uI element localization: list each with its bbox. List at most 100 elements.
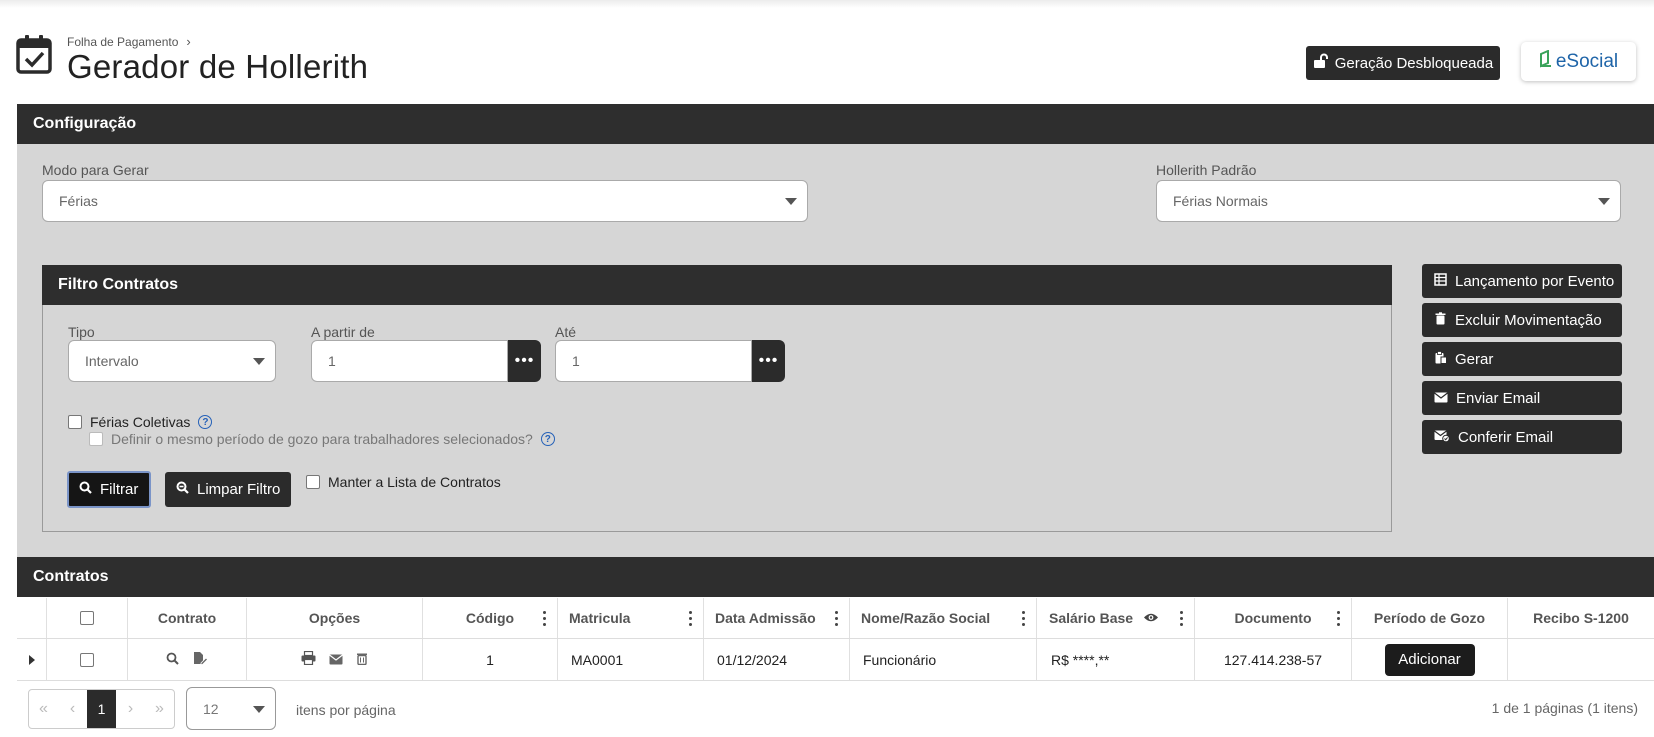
apartir-value: 1	[328, 353, 336, 369]
contratos-title: Contratos	[33, 568, 109, 585]
header-codigo[interactable]: Código	[423, 598, 558, 638]
contratos-panel-header: Contratos	[17, 557, 1654, 597]
tipo-select[interactable]: Intervalo	[68, 340, 276, 382]
manter-lista-label: Manter a Lista de Contratos	[328, 474, 501, 490]
header-nome[interactable]: Nome/Razão Social	[850, 598, 1037, 638]
cell-value: Funcionário	[863, 651, 937, 668]
filtro-title: Filtro Contratos	[58, 276, 178, 293]
salario-cell: R$ ****,**	[1037, 639, 1195, 680]
tipo-value: Intervalo	[85, 353, 139, 369]
header-data-admissao[interactable]: Data Admissão	[704, 598, 850, 638]
data-admissao-cell: 01/12/2024	[704, 639, 850, 680]
column-menu-icon[interactable]	[543, 611, 547, 626]
limpar-filtro-button[interactable]: Limpar Filtro	[165, 472, 291, 507]
adicionar-periodo-button[interactable]: Adicionar	[1384, 643, 1475, 676]
apartir-input[interactable]: 1	[311, 340, 508, 382]
page-button-current[interactable]: 1	[87, 690, 116, 728]
ellipsis-icon: •••	[514, 352, 535, 369]
edit-document-icon[interactable]	[193, 651, 209, 668]
esocial-logo-icon	[1539, 48, 1553, 74]
definir-periodo-row: Definir o mesmo período de gozo para tra…	[89, 431, 555, 447]
tipo-label: Tipo	[68, 324, 95, 340]
column-menu-icon[interactable]	[1337, 611, 1341, 626]
table-icon	[1434, 272, 1447, 290]
excluir-movimentacao-button[interactable]: Excluir Movimentação	[1422, 303, 1622, 337]
nome-cell: Funcionário	[850, 639, 1037, 680]
expand-cell[interactable]	[17, 639, 47, 680]
unlock-generation-button[interactable]: Geração Desbloqueada	[1306, 46, 1500, 80]
cell-value: 1	[486, 651, 494, 668]
header-label: Data Admissão	[715, 610, 816, 626]
help-icon[interactable]: ?	[198, 415, 213, 429]
action-label: Excluir Movimentação	[1455, 311, 1602, 329]
select-all-checkbox[interactable]	[80, 611, 94, 625]
envelope-icon[interactable]	[329, 652, 343, 668]
help-icon[interactable]: ?	[540, 432, 555, 446]
apartir-label: A partir de	[311, 324, 375, 340]
gerar-button[interactable]: Gerar	[1422, 342, 1622, 376]
page-size-value: 12	[203, 700, 219, 717]
caret-right-icon[interactable]	[28, 654, 35, 665]
next-page-button[interactable]: ›	[116, 690, 145, 728]
trash-icon[interactable]	[356, 652, 368, 668]
header-documento[interactable]: Documento	[1195, 598, 1352, 638]
pagination-summary: 1 de 1 páginas (1 itens)	[1491, 700, 1638, 716]
modo-label: Modo para Gerar	[42, 162, 149, 178]
hollerith-label: Hollerith Padrão	[1156, 162, 1257, 178]
modo-value: Férias	[59, 193, 98, 209]
header-periodo-gozo: Período de Gozo	[1352, 598, 1508, 638]
header-contrato[interactable]: Contrato	[128, 598, 247, 638]
row-checkbox[interactable]	[80, 652, 94, 667]
trash-icon	[1434, 311, 1447, 329]
column-menu-icon[interactable]	[689, 611, 693, 626]
cell-value: 127.414.238-57	[1223, 651, 1323, 668]
header-expand-cell	[17, 598, 47, 638]
column-menu-icon[interactable]	[1180, 611, 1184, 626]
config-panel-header: Configuração	[17, 104, 1654, 144]
ferias-coletivas-checkbox[interactable]	[68, 415, 82, 429]
search-icon[interactable]	[166, 652, 179, 668]
chevron-right-icon: ›	[186, 34, 191, 49]
ate-input[interactable]: 1	[555, 340, 752, 382]
first-page-button[interactable]: «	[29, 690, 58, 728]
last-page-button[interactable]: »	[145, 690, 174, 728]
page-size-select[interactable]: 12	[186, 687, 276, 730]
table-header: Contrato Opções Código Matricula Data Ad…	[17, 598, 1654, 639]
column-menu-icon[interactable]	[1022, 611, 1026, 626]
filtro-panel-header: Filtro Contratos	[42, 265, 1392, 305]
header-select-cell	[47, 598, 128, 638]
header-label: Período de Gozo	[1373, 610, 1486, 626]
breadcrumb-item[interactable]: Folha de Pagamento	[67, 35, 178, 49]
enviar-email-button[interactable]: Enviar Email	[1422, 381, 1622, 415]
ate-lookup-button[interactable]: •••	[752, 340, 785, 382]
header-label: Documento	[1234, 610, 1312, 626]
hollerith-select[interactable]: Férias Normais	[1156, 180, 1621, 222]
manter-lista-checkbox[interactable]	[306, 475, 320, 489]
apartir-lookup-button[interactable]: •••	[508, 340, 541, 382]
print-icon[interactable]	[301, 650, 316, 668]
envelope-check-icon	[1434, 429, 1450, 446]
header-recibo: Recibo S-1200	[1508, 598, 1654, 638]
header-label: Código	[465, 610, 515, 626]
ferias-coletivas-row: Férias Coletivas ?	[68, 414, 213, 430]
prev-page-button[interactable]: ‹	[58, 690, 87, 728]
top-shadow	[0, 0, 1654, 8]
column-menu-icon[interactable]	[835, 611, 839, 626]
table-row[interactable]: 1 MA0001 01/12/2024 Funcionário R$ ****,…	[17, 639, 1654, 681]
filtrar-button[interactable]: Filtrar	[67, 471, 151, 508]
definir-periodo-label: Definir o mesmo período de gozo para tra…	[111, 431, 533, 447]
header-matricula[interactable]: Matricula	[558, 598, 704, 638]
header-salario[interactable]: Salário Base	[1037, 598, 1195, 638]
eye-icon[interactable]	[1143, 610, 1159, 626]
esocial-button[interactable]: eSocial	[1521, 42, 1636, 81]
search-icon	[79, 481, 92, 498]
header-label: Nome/Razão Social	[861, 610, 991, 626]
ate-value: 1	[572, 353, 580, 369]
lancamento-evento-button[interactable]: Lançamento por Evento	[1422, 264, 1622, 298]
definir-periodo-checkbox[interactable]	[89, 432, 103, 446]
modo-select[interactable]: Férias	[42, 180, 808, 222]
conferir-email-button[interactable]: Conferir Email	[1422, 420, 1622, 454]
apartir-field: 1 •••	[311, 340, 541, 382]
action-label: Lançamento por Evento	[1455, 272, 1615, 290]
unlock-icon	[1313, 53, 1329, 73]
